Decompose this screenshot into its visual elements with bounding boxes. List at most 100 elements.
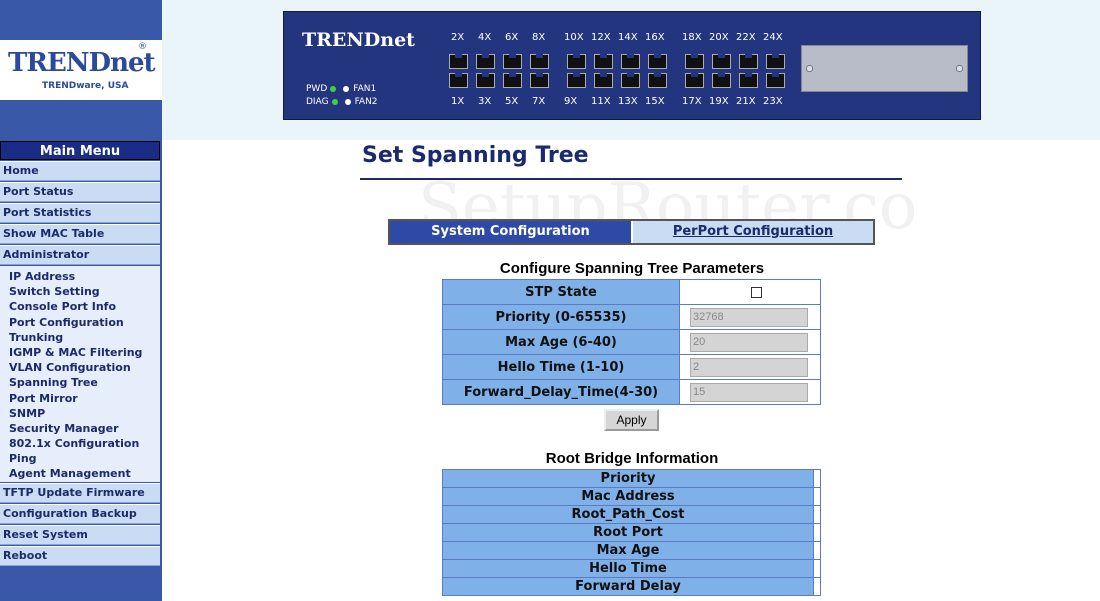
submenu-item-port-mirror[interactable]: Port Mirror: [0, 391, 160, 406]
table-row: Root_Path_Cost: [442, 505, 821, 524]
ethernet-port-icon: [648, 54, 667, 69]
ethernet-port-icon: [712, 73, 731, 88]
ethernet-port-icon: [503, 54, 522, 69]
port-label-top: 8X: [532, 32, 546, 43]
logo-registered-mark: ®: [138, 42, 147, 52]
root-bridge-forward-delay-value: [813, 577, 821, 596]
root-bridge-table: Priority Mac Address Root_Path_Cost Root Po…: [442, 469, 821, 596]
title-divider: [360, 178, 902, 180]
menu-item-port-status[interactable]: Port Status: [0, 182, 160, 202]
menu-item-tftp-update-firmware[interactable]: TFTP Update Firmware: [0, 483, 160, 503]
config-tabs: System Configuration PerPort Configurati…: [388, 219, 875, 245]
table-row: Hello Time (1-10) 2: [442, 354, 821, 380]
port-label-bottom: 19X: [709, 96, 729, 107]
logo-tagline: TRENDware, USA: [42, 81, 129, 91]
ethernet-port-icon: [449, 73, 468, 88]
submenu-item-agent-management[interactable]: Agent Management: [0, 466, 160, 481]
left-sidebar: TRENDnet ® TRENDware, USA Main Menu Home…: [0, 0, 162, 601]
ethernet-port-icon: [739, 73, 758, 88]
port-label-bottom: 3X: [478, 96, 492, 107]
submenu-item-802-1x-configuration[interactable]: 802.1x Configuration: [0, 436, 160, 451]
fan1-label: FAN1: [353, 84, 377, 94]
root-bridge-mac-address-value: [813, 487, 821, 506]
table-row: STP State: [442, 279, 821, 305]
ethernet-port-icon: [594, 73, 613, 88]
hello-time-input[interactable]: 2: [690, 357, 808, 377]
forward-delay-input[interactable]: 15: [690, 382, 808, 402]
port-label-top: 22X: [736, 32, 756, 43]
port-label-bottom: 17X: [682, 96, 702, 107]
port-label-bottom: 7X: [532, 96, 546, 107]
max-age-cell: 20: [679, 329, 821, 355]
submenu-item-port-configuration[interactable]: Port Configuration: [0, 315, 160, 330]
port-label-bottom: 15X: [645, 96, 665, 107]
submenu-item-switch-setting[interactable]: Switch Setting: [0, 284, 160, 299]
ethernet-port-icon: [766, 54, 785, 69]
tab-system-configuration[interactable]: System Configuration: [390, 221, 631, 243]
page-title: Set Spanning Tree: [362, 143, 589, 168]
submenu-item-trunking[interactable]: Trunking: [0, 330, 160, 345]
submenu-item-console-port-info[interactable]: Console Port Info: [0, 299, 160, 314]
stp-state-checkbox[interactable]: [750, 286, 762, 298]
port-label-top: 2X: [451, 32, 465, 43]
port-label-top: 18X: [682, 32, 702, 43]
ethernet-port-icon: [594, 54, 613, 69]
device-brand: TRENDnet: [302, 29, 415, 51]
ethernet-port-icon: [685, 54, 704, 69]
menu-item-port-statistics[interactable]: Port Statistics: [0, 203, 160, 223]
ethernet-port-icon: [567, 73, 586, 88]
root-bridge-priority-value: [813, 469, 821, 488]
menu-item-home[interactable]: Home: [0, 161, 160, 181]
ethernet-port-icon: [648, 73, 667, 88]
hello-time-label: Hello Time (1-10): [442, 354, 680, 380]
root-bridge-title: Root Bridge Information: [545, 450, 719, 467]
config-table: STP State Priority (0-65535) 32768 Max A…: [442, 279, 821, 405]
submenu-item-ip-address[interactable]: IP Address: [0, 269, 160, 284]
diag-label: DIAG: [306, 97, 329, 107]
max-age-label: Max Age (6-40): [442, 329, 680, 355]
screw-icon: [806, 65, 813, 72]
submenu-item-security-manager[interactable]: Security Manager: [0, 421, 160, 436]
led-row-2: DIAG FAN2: [306, 97, 378, 107]
port-array: 2X 1X 4X 3X 6X 5X 8X 7X 10X 9X 12X 11X 14X 13X 16X 15X 1…: [449, 32, 794, 112]
ethernet-port-icon: [530, 54, 549, 69]
hello-time-cell: 2: [679, 354, 821, 380]
stp-state-cell: [679, 279, 821, 305]
tab-perport-configuration[interactable]: PerPort Configuration: [631, 221, 873, 243]
submenu-item-igmp-mac-filtering[interactable]: IGMP & MAC Filtering: [0, 345, 160, 360]
submenu-item-spanning-tree[interactable]: Spanning Tree: [0, 375, 160, 390]
root-bridge-root-path-cost-label: Root_Path_Cost: [442, 505, 814, 524]
table-row: Priority: [442, 469, 821, 488]
max-age-input[interactable]: 20: [690, 332, 808, 352]
priority-cell: 32768: [679, 304, 821, 330]
port-label-bottom: 21X: [736, 96, 756, 107]
menu-item-reboot[interactable]: Reboot: [0, 546, 160, 566]
led-row-1: PWD FAN1: [306, 84, 376, 94]
diag-led-icon: [331, 98, 338, 105]
submenu-item-vlan-configuration[interactable]: VLAN Configuration: [0, 360, 160, 375]
port-label-top: 16X: [645, 32, 665, 43]
fan1-led-icon: [343, 85, 350, 92]
submenu-item-ping[interactable]: Ping: [0, 451, 160, 466]
port-label-top: 20X: [709, 32, 729, 43]
table-row: Priority (0-65535) 32768: [442, 304, 821, 330]
port-label-bottom: 9X: [564, 96, 578, 107]
port-label-bottom: 23X: [763, 96, 783, 107]
root-bridge-root-port-value: [813, 523, 821, 542]
priority-input[interactable]: 32768: [690, 307, 808, 327]
ethernet-port-icon: [567, 54, 586, 69]
main-menu: Main Menu Home Port Status Port Statistics…: [0, 141, 160, 566]
table-row: Root Port: [442, 523, 821, 542]
ethernet-port-icon: [739, 54, 758, 69]
table-row: Max Age (6-40) 20: [442, 329, 821, 355]
switch-front-panel-image: TRENDnet PWD FAN1 DIAG FAN2 2X 1X 4X 3X 6X 5X 8X…: [283, 11, 981, 120]
apply-button[interactable]: Apply: [604, 409, 659, 431]
menu-item-show-mac-table[interactable]: Show MAC Table: [0, 224, 160, 244]
table-row: Forward_Delay_Time(4-30) 15: [442, 379, 821, 405]
pwd-led-icon: [330, 85, 337, 92]
submenu-item-snmp[interactable]: SNMP: [0, 406, 160, 421]
menu-item-administrator[interactable]: Administrator: [0, 245, 160, 265]
menu-item-reset-system[interactable]: Reset System: [0, 525, 160, 545]
menu-item-configuration-backup[interactable]: Configuration Backup: [0, 504, 160, 524]
port-label-bottom: 5X: [505, 96, 519, 107]
